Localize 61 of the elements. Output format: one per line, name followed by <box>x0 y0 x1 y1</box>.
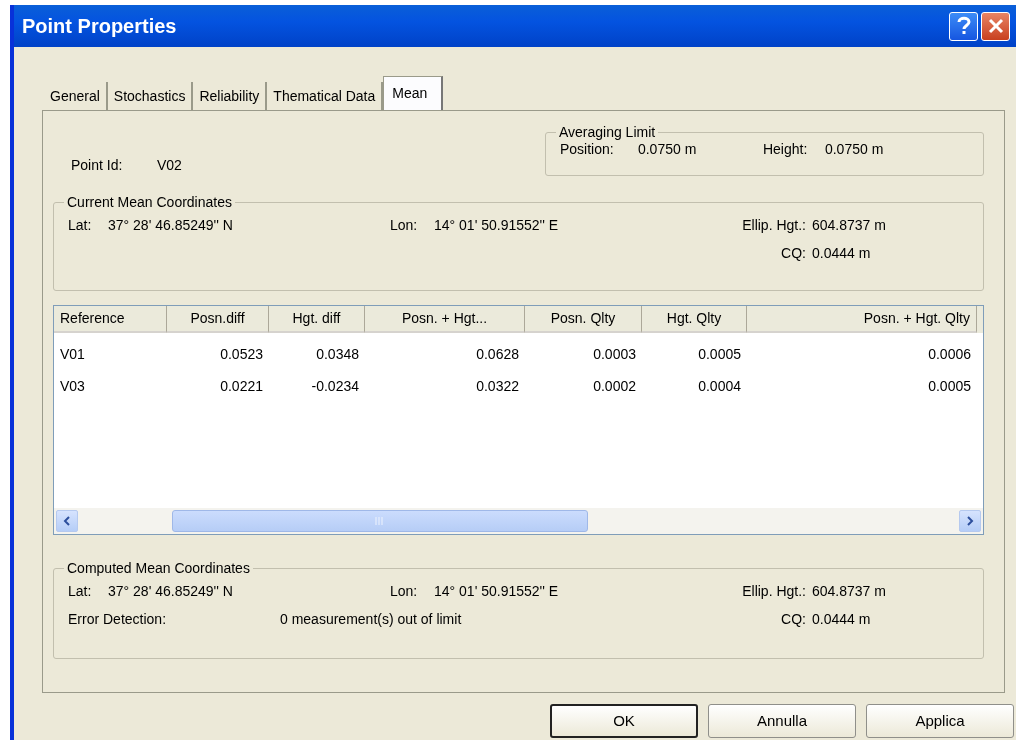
help-icon <box>956 16 971 36</box>
column-header[interactable]: Posn. + Hgt... <box>365 306 525 333</box>
table-cell-text: 0.0002 <box>592 377 637 396</box>
close-button[interactable] <box>981 11 1010 41</box>
cq-value: 0.0444 m <box>812 244 872 263</box>
column-header[interactable]: Posn.diff <box>167 306 269 333</box>
group-title: Computed Mean Coordinates <box>66 561 251 575</box>
field-label: CQ: <box>780 244 807 263</box>
latitude-value: 37° 28' 46.85249'' N <box>108 216 234 235</box>
field-label: Ellip. Hgt.: <box>741 582 807 601</box>
longitude-value: 14° 01' 50.91552'' E <box>434 216 560 235</box>
field-label: Lon: <box>390 216 419 235</box>
field-label: Height: <box>762 140 809 159</box>
field-value: 0.0750 m <box>824 140 884 159</box>
field-label: Lat: <box>68 216 93 235</box>
field-label: Point Id: <box>71 155 124 175</box>
window-title: Point Properties <box>22 14 178 39</box>
tab[interactable]: Mean <box>383 76 444 110</box>
dialog-button[interactable]: Annulla <box>708 704 856 738</box>
table-cell-text: -0.0234 <box>310 377 360 396</box>
table-cell-text: 0.0005 <box>927 377 972 396</box>
scroll-thumb[interactable] <box>172 510 588 532</box>
grip-icon <box>375 517 385 525</box>
table-cell-text: 0.0322 <box>475 377 520 396</box>
column-header[interactable]: Posn. Qlty <box>525 306 642 333</box>
table-cell-text: 0.0628 <box>475 345 520 364</box>
column-header[interactable]: Posn. + Hgt. Qlty <box>747 306 977 333</box>
field-value: 0.0750 m <box>637 140 698 159</box>
error-detection-value: 0 measurement(s) out of limit <box>280 610 463 629</box>
field-label: Lon: <box>390 582 419 601</box>
latitude-value: 37° 28' 46.85249'' N <box>108 582 234 601</box>
table-cell-text: 0.0005 <box>697 345 742 364</box>
table-cell-text: 0.0221 <box>219 377 264 396</box>
scroll-right-button[interactable] <box>959 510 981 532</box>
longitude-value: 14° 01' 50.91552'' E <box>434 582 560 601</box>
column-header[interactable]: Hgt. Qlty <box>642 306 747 333</box>
table-cell-text: 0.0003 <box>592 345 637 364</box>
height-value: 604.8737 m <box>812 216 887 235</box>
height-value: 604.8737 m <box>812 582 887 601</box>
close-icon <box>987 18 1004 34</box>
cq-value: 0.0444 m <box>812 610 872 629</box>
field-label: Lat: <box>68 582 93 601</box>
table-cell-text: 0.0348 <box>315 345 360 364</box>
column-header[interactable]: Reference <box>54 306 167 333</box>
table-cell-text: 0.0523 <box>219 345 264 364</box>
field-label: Position: <box>559 140 615 159</box>
help-button[interactable] <box>949 11 978 41</box>
table-cell-text: V01 <box>59 345 86 364</box>
table-cell-text: V03 <box>59 377 86 396</box>
table-cell-text: 0.0004 <box>697 377 742 396</box>
dialog-button[interactable]: Applica <box>866 704 1014 738</box>
table-cell-text: 0.0006 <box>927 345 972 364</box>
group-title: Averaging Limit <box>557 125 657 139</box>
dialog-button[interactable]: OK <box>550 704 698 738</box>
field-label: Ellip. Hgt.: <box>741 216 807 235</box>
field-label: CQ: <box>780 610 807 629</box>
group-title: Current Mean Coordinates <box>66 195 233 209</box>
point-id-value: V02 <box>157 155 182 175</box>
field-label: Error Detection: <box>68 610 168 629</box>
column-header[interactable]: Hgt. diff <box>269 306 365 333</box>
scroll-left-button[interactable] <box>56 510 78 532</box>
